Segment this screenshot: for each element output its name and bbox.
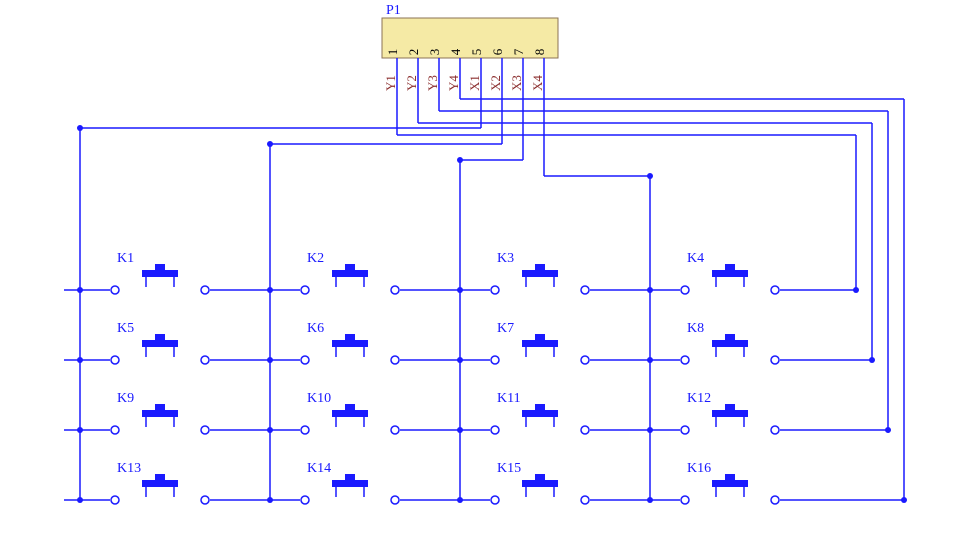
pushbutton-cap [142, 270, 178, 277]
pin-number: 2 [406, 49, 421, 56]
switch-label-k11: K11 [497, 391, 521, 406]
pin-number: 7 [511, 48, 526, 55]
pushbutton-cap [332, 270, 368, 277]
pushbutton-cap [522, 410, 558, 417]
switch-label-k5: K5 [117, 321, 134, 336]
pushbutton-cap [332, 410, 368, 417]
pin-number: 4 [448, 48, 463, 55]
net-label: Y1 [383, 75, 398, 91]
net-label: Y4 [446, 75, 461, 91]
pushbutton-cap [142, 480, 178, 487]
switch-label-k13: K13 [117, 461, 141, 476]
pushbutton-cap [522, 480, 558, 487]
pushbutton-cap [522, 340, 558, 347]
switch-label-k1: K1 [117, 251, 134, 266]
switch-label-k12: K12 [687, 391, 711, 406]
pin-number: 8 [532, 49, 547, 56]
net-label: X1 [467, 75, 482, 91]
net-label: X2 [488, 75, 503, 91]
net-label: Y3 [425, 75, 440, 91]
switch-label-k7: K7 [497, 321, 514, 336]
pushbutton-cap [712, 270, 748, 277]
pin-number: 1 [385, 49, 400, 56]
pushbutton-cap [522, 270, 558, 277]
switch-label-k3: K3 [497, 251, 514, 266]
switch-label-k6: K6 [307, 321, 324, 336]
pushbutton-cap [712, 480, 748, 487]
switch-label-k15: K15 [497, 461, 521, 476]
pushbutton-cap [332, 340, 368, 347]
net-label: Y2 [404, 75, 419, 91]
switch-label-k9: K9 [117, 391, 134, 406]
pushbutton-cap [712, 340, 748, 347]
keypad-matrix-schematic: P1 1 Y1 2 Y2 3 Y3 4 Y4 5 X1 6 X2 7 X3 8 X4 K1 K2 K3 K4 K5 K6 K7… [0, 0, 960, 558]
pin-number: 3 [427, 49, 442, 56]
switch-label-k2: K2 [307, 251, 324, 266]
switch-label-k8: K8 [687, 321, 704, 336]
pushbutton-cap [142, 340, 178, 347]
pushbutton-cap [332, 480, 368, 487]
pushbutton-cap [712, 410, 748, 417]
pushbutton-cap [142, 410, 178, 417]
switch-label-k16: K16 [687, 461, 711, 476]
connector-label: P1 [386, 3, 401, 18]
switch-label-k10: K10 [307, 391, 331, 406]
net-label: X4 [530, 75, 545, 91]
switch-label-k14: K14 [307, 461, 331, 476]
switch-label-k4: K4 [687, 251, 704, 266]
net-label: X3 [509, 75, 524, 91]
pin-number: 5 [469, 49, 484, 56]
pin-number: 6 [490, 48, 505, 55]
